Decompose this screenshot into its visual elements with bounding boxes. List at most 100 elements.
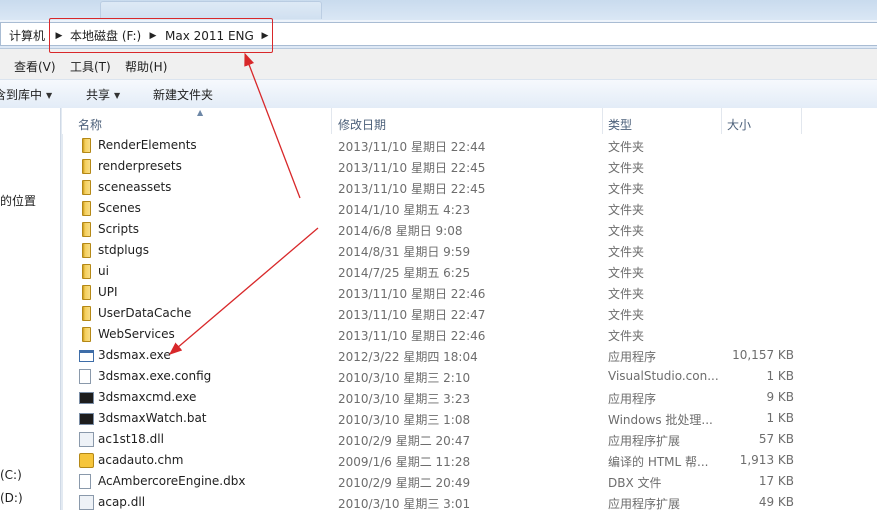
navigation-pane[interactable]: 的位置 (C:) (D:)	[0, 108, 60, 510]
file-size: 1 KB	[766, 411, 794, 425]
file-date: 2010/3/10 星期三 1:08	[338, 413, 471, 427]
folder-icon	[82, 222, 91, 237]
file-type: 文件夹	[608, 140, 645, 154]
file-type: 应用程序	[608, 350, 657, 364]
file-name: sceneassets	[98, 180, 172, 194]
column-header-row: 名称 修改日期 类型 大小	[62, 108, 877, 134]
file-date: 2010/3/10 星期三 3:23	[338, 392, 471, 406]
folder-icon	[82, 201, 91, 216]
file-row[interactable]: UserDataCache 2013/11/10 星期日 22:47 文件夹	[62, 303, 877, 324]
file-name: acap.dll	[98, 495, 146, 509]
file-type: 文件夹	[608, 245, 645, 259]
folder-icon	[82, 243, 91, 258]
file-row[interactable]: sceneassets 2013/11/10 星期日 22:45 文件夹	[62, 177, 877, 198]
file-date: 2013/11/10 星期日 22:46	[338, 329, 486, 343]
column-header-name[interactable]: 名称	[78, 116, 102, 133]
file-date: 2010/2/9 星期二 20:47	[338, 434, 471, 448]
file-date: 2014/7/25 星期五 6:25	[338, 266, 471, 280]
nav-item-drive-d[interactable]: (D:)	[0, 491, 23, 505]
chevron-down-icon: ▼	[46, 91, 53, 100]
file-row[interactable]: WebServices 2013/11/10 星期日 22:46 文件夹	[62, 324, 877, 345]
folder-icon	[82, 180, 91, 195]
file-size: 1,913 KB	[739, 453, 794, 467]
file-name: UPI	[98, 285, 118, 299]
file-date: 2009/1/6 星期二 11:28	[338, 455, 471, 469]
file-name: stdplugs	[98, 243, 149, 257]
file-type: 应用程序	[608, 392, 657, 406]
file-name: UserDataCache	[98, 306, 192, 320]
file-row[interactable]: 3dsmax.exe 2012/3/22 星期四 18:04 应用程序 10,157 …	[62, 345, 877, 366]
file-row[interactable]: UPI 2013/11/10 星期日 22:46 文件夹	[62, 282, 877, 303]
file-type: VisualStudio.con...	[608, 369, 719, 383]
address-highlight-box	[49, 18, 273, 53]
column-header-date[interactable]: 修改日期	[338, 116, 386, 133]
file-type: 文件夹	[608, 182, 645, 196]
column-divider[interactable]	[602, 108, 603, 134]
file-row[interactable]: 3dsmax.exe.config 2010/3/10 星期三 2:10 Visua…	[62, 366, 877, 387]
file-type: 文件夹	[608, 266, 645, 280]
file-name: ui	[98, 264, 109, 278]
file-type: Windows 批处理...	[608, 413, 713, 427]
folder-icon	[82, 327, 91, 342]
file-type: 应用程序扩展	[608, 434, 681, 448]
file-row[interactable]: 3dsmaxWatch.bat 2010/3/10 星期三 1:08 Windows…	[62, 408, 877, 429]
menu-help[interactable]: 帮助(H)	[125, 58, 167, 75]
menu-tools[interactable]: 工具(T)	[70, 58, 111, 75]
file-row[interactable]: Scenes 2014/1/10 星期五 4:23 文件夹	[62, 198, 877, 219]
menu-view[interactable]: 查看(V)	[14, 58, 56, 75]
folder-icon	[82, 264, 91, 279]
new-folder-button[interactable]: 新建文件夹	[153, 86, 213, 103]
file-name: 3dsmax.exe	[98, 348, 171, 362]
file-date: 2014/6/8 星期日 9:08	[338, 224, 463, 238]
file-size: 49 KB	[758, 495, 794, 509]
file-date: 2010/3/10 星期三 3:01	[338, 497, 471, 511]
file-size: 9 KB	[766, 390, 794, 404]
window-title-strip	[0, 0, 877, 20]
file-row[interactable]: ui 2014/7/25 星期五 6:25 文件夹	[62, 261, 877, 282]
file-type: 文件夹	[608, 308, 645, 322]
file-type: 应用程序扩展	[608, 497, 681, 511]
file-type: 文件夹	[608, 224, 645, 238]
share-button[interactable]: 共享 ▼	[86, 86, 120, 103]
column-header-type[interactable]: 类型	[608, 116, 632, 133]
file-icon	[79, 474, 91, 489]
file-name: renderpresets	[98, 159, 182, 173]
file-row[interactable]: AcAmbercoreEngine.dbx 2010/2/9 星期二 20:49 D…	[62, 471, 877, 492]
file-size: 1 KB	[766, 369, 794, 383]
file-name: ac1st18.dll	[98, 432, 164, 446]
file-row[interactable]: 3dsmaxcmd.exe 2010/3/10 星期三 3:23 应用程序 9 KB	[62, 387, 877, 408]
include-in-library-button[interactable]: 含到库中 ▼	[0, 86, 52, 103]
nav-item-location[interactable]: 的位置	[0, 192, 36, 209]
file-type: 文件夹	[608, 287, 645, 301]
console-icon	[79, 392, 94, 404]
file-date: 2014/1/10 星期五 4:23	[338, 203, 471, 217]
nav-item-drive-c[interactable]: (C:)	[0, 468, 22, 482]
file-icon	[79, 369, 91, 384]
command-toolbar: 含到库中 ▼ 共享 ▼ 新建文件夹	[0, 79, 877, 109]
column-divider[interactable]	[721, 108, 722, 134]
dll-icon	[79, 495, 94, 510]
file-name: AcAmbercoreEngine.dbx	[98, 474, 246, 488]
file-row[interactable]: renderpresets 2013/11/10 星期日 22:45 文件夹	[62, 156, 877, 177]
file-row[interactable]: Scripts 2014/6/8 星期日 9:08 文件夹	[62, 219, 877, 240]
folder-icon	[82, 285, 91, 300]
file-name: WebServices	[98, 327, 175, 341]
file-name: RenderElements	[98, 138, 197, 152]
file-row[interactable]: stdplugs 2014/8/31 星期日 9:59 文件夹	[62, 240, 877, 261]
file-row[interactable]: ac1st18.dll 2010/2/9 星期二 20:47 应用程序扩展 57 KB	[62, 429, 877, 450]
file-date: 2013/11/10 星期日 22:45	[338, 161, 486, 175]
file-type: DBX 文件	[608, 476, 662, 490]
file-row[interactable]: acadauto.chm 2009/1/6 星期二 11:28 编译的 HTML 帮…	[62, 450, 877, 471]
column-divider[interactable]	[801, 108, 802, 134]
blurred-window-tab	[100, 1, 322, 19]
include-in-library-label: 含到库中	[0, 88, 43, 102]
breadcrumb-computer[interactable]: 计算机	[9, 28, 45, 44]
chevron-down-icon: ▼	[114, 91, 121, 100]
column-header-size[interactable]: 大小	[727, 116, 751, 133]
application-icon	[79, 350, 94, 362]
file-name: 3dsmaxWatch.bat	[98, 411, 207, 425]
file-row[interactable]: RenderElements 2013/11/10 星期日 22:44 文件夹	[62, 135, 877, 156]
file-name: acadauto.chm	[98, 453, 184, 467]
file-type: 文件夹	[608, 203, 645, 217]
column-divider[interactable]	[331, 108, 332, 134]
